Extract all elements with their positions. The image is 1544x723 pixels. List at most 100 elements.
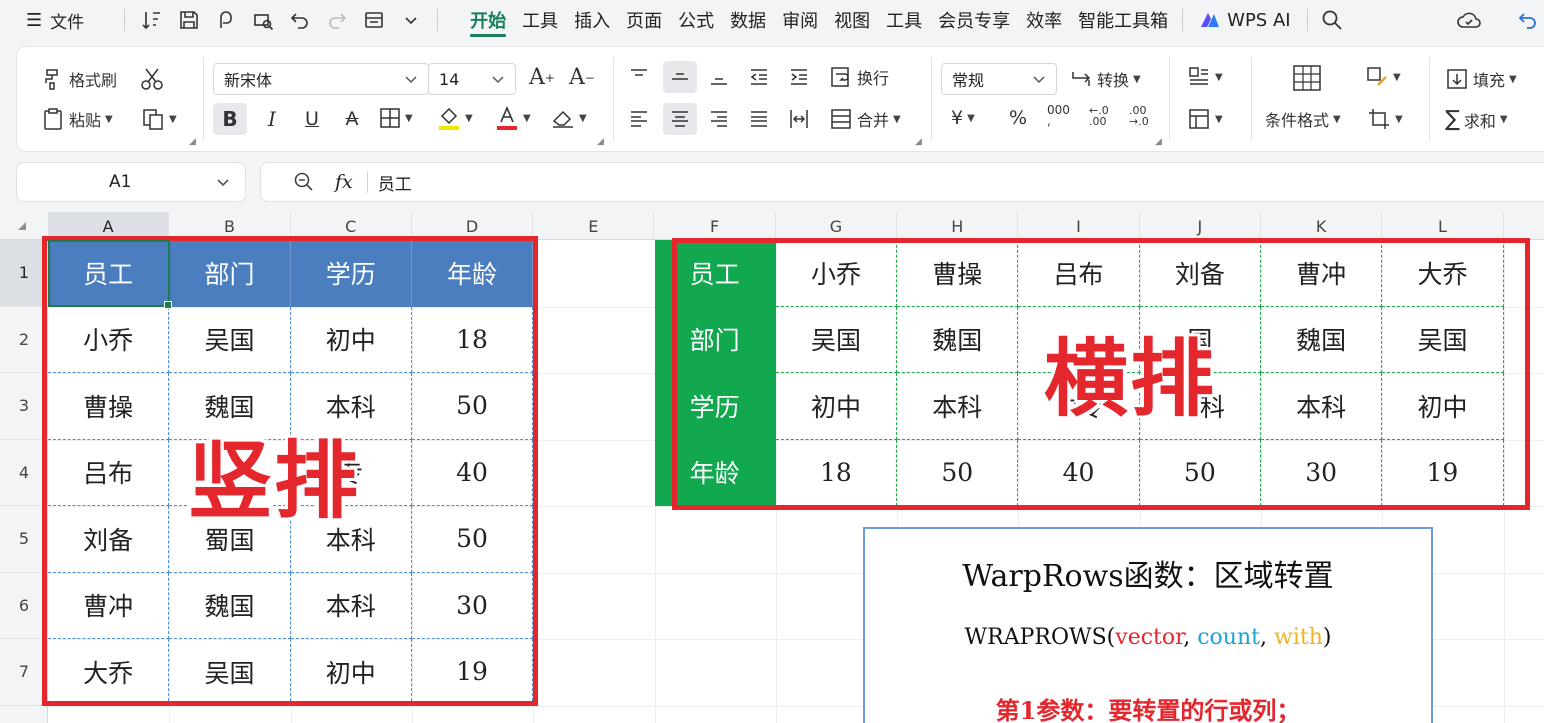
copy-button[interactable]: ▼ <box>141 107 177 131</box>
print-preview-icon[interactable] <box>244 5 281 35</box>
autosum-button[interactable]: ∑ 求和 ▼ <box>1445 107 1508 132</box>
merge-button[interactable]: 合并 ▼ <box>829 107 901 131</box>
italic-button[interactable]: I <box>257 103 287 135</box>
dialog-launcher-icon[interactable]: ◢ <box>1155 137 1162 147</box>
formula-input[interactable]: 员工 <box>378 170 412 195</box>
align-left-icon[interactable] <box>627 107 651 131</box>
row-header-5[interactable]: 5 <box>0 506 48 573</box>
column-header-f[interactable]: F <box>655 212 776 240</box>
row-header-4[interactable]: 4 <box>0 440 48 506</box>
tab-membership[interactable]: 会员专享 <box>930 0 1018 40</box>
dialog-launcher-icon[interactable]: ◢ <box>915 137 922 147</box>
distribute-icon[interactable] <box>787 107 811 131</box>
clear-button[interactable]: ▼ <box>551 107 587 129</box>
undo-blue-icon[interactable] <box>1516 0 1540 40</box>
align-center-icon[interactable] <box>663 103 697 135</box>
insert-function-icon[interactable]: fx <box>335 171 353 193</box>
row-header-1[interactable]: 1 <box>0 240 48 307</box>
convert-button[interactable]: 转换 ▼ <box>1069 67 1141 91</box>
format-brush-button[interactable]: ▼ <box>1365 65 1401 89</box>
cell-style-button[interactable]: ▼ <box>1187 107 1223 131</box>
decrease-indent-icon[interactable] <box>747 65 771 89</box>
thousands-separator-icon[interactable]: 000, <box>1047 104 1070 127</box>
bold-button[interactable]: B <box>213 103 247 135</box>
dialog-launcher-icon[interactable]: ◢ <box>189 137 196 147</box>
align-top-icon[interactable] <box>627 65 651 89</box>
format-painter-button[interactable]: 格式刷 <box>41 67 117 91</box>
font-color-button[interactable]: ▼ <box>495 105 531 131</box>
chevron-down-icon: ▼ <box>405 112 413 124</box>
separator <box>931 57 932 141</box>
save-icon[interactable] <box>170 5 207 35</box>
column-header-l[interactable]: L <box>1382 212 1504 240</box>
info-text-box[interactable]: WarpRows函数：区域转置 WRAPROWS(vector, count, … <box>863 527 1433 723</box>
tab-formulas[interactable]: 公式 <box>670 0 722 40</box>
tab-efficiency[interactable]: 效率 <box>1018 0 1070 40</box>
column-header-h[interactable]: H <box>897 212 1019 240</box>
tab-home[interactable]: 开始 <box>462 0 514 40</box>
tab-smart-toolbox[interactable]: 智能工具箱 <box>1070 0 1176 40</box>
wps-ai-button[interactable]: WPS AI <box>1189 10 1300 31</box>
redo-icon[interactable] <box>318 5 355 35</box>
align-right-icon[interactable] <box>707 107 731 131</box>
conditional-format-label: 条件格式 <box>1265 111 1330 130</box>
tab-page[interactable]: 页面 <box>618 0 670 40</box>
tab-tools[interactable]: 工具 <box>514 0 566 40</box>
column-header-k[interactable]: K <box>1261 212 1383 240</box>
cloud-sync-icon[interactable] <box>1456 0 1482 40</box>
increase-decimal-icon[interactable]: ←.0.00 <box>1089 105 1109 127</box>
select-all-icon[interactable] <box>18 222 26 230</box>
increase-font-icon[interactable]: A + <box>529 65 555 90</box>
more-chevron-icon[interactable] <box>392 5 429 35</box>
chevron-down-icon[interactable] <box>215 174 231 190</box>
conditional-format-button[interactable]: 条件格式 ▼ <box>1265 107 1341 131</box>
row-header-2[interactable]: 2 <box>0 307 48 373</box>
column-header-j[interactable]: J <box>1140 212 1261 240</box>
currency-icon[interactable]: ¥ ▼ <box>951 107 975 129</box>
syntax-comma: , <box>1259 625 1274 650</box>
wrap-text-button[interactable]: 换行 <box>829 65 889 89</box>
justify-icon[interactable] <box>747 107 771 131</box>
font-size-select[interactable]: 14 <box>428 63 516 95</box>
convert-icon <box>1072 72 1091 86</box>
borders-button[interactable]: ▼ <box>379 107 413 129</box>
fill-button[interactable]: 填充 ▼ <box>1445 67 1517 91</box>
number-format-select[interactable]: 常规 <box>941 63 1057 95</box>
cut-button[interactable] <box>139 67 165 91</box>
decrease-font-icon[interactable]: A − <box>569 65 595 90</box>
sort-icon[interactable] <box>133 5 170 35</box>
paste-button[interactable]: 粘贴 ▼ <box>41 107 113 131</box>
zoom-formula-icon[interactable] <box>293 171 315 193</box>
column-header-g[interactable]: G <box>776 212 898 240</box>
layout-icon[interactable] <box>355 5 392 35</box>
font-name-select[interactable]: 新宋体 <box>213 63 429 95</box>
tab-review[interactable]: 审阅 <box>774 0 826 40</box>
name-box[interactable]: A1 <box>16 162 246 202</box>
increase-indent-icon[interactable] <box>787 65 811 89</box>
decrease-decimal-icon[interactable]: .00 →.0 <box>1129 105 1149 127</box>
column-header-i[interactable]: I <box>1018 212 1140 240</box>
tab-data[interactable]: 数据 <box>722 0 774 40</box>
dialog-launcher-icon[interactable]: ◢ <box>597 137 604 147</box>
align-middle-icon[interactable] <box>663 61 697 93</box>
crop-button[interactable]: ▼ <box>1367 107 1403 131</box>
strikethrough-button[interactable]: A <box>337 103 367 135</box>
row-header-7[interactable]: 7 <box>0 639 48 706</box>
table-style-button[interactable]: ▼ <box>1187 65 1223 89</box>
file-menu[interactable]: ☰ 文件 <box>0 8 84 33</box>
tab-view[interactable]: 视图 <box>826 0 878 40</box>
tab-tools-2[interactable]: 工具 <box>878 0 930 40</box>
underline-button[interactable]: U <box>297 103 327 135</box>
percent-icon[interactable]: % <box>1009 107 1027 129</box>
tab-insert[interactable]: 插入 <box>566 0 618 40</box>
row-header-6[interactable]: 6 <box>0 573 48 639</box>
export-icon[interactable] <box>207 5 244 35</box>
search-icon[interactable] <box>1314 9 1350 31</box>
fill-color-button[interactable]: ▼ <box>437 105 473 131</box>
chevron-down-icon: ▼ <box>1333 113 1341 125</box>
row-header-3[interactable]: 3 <box>0 373 48 440</box>
syntax-arg-count: count <box>1197 625 1260 650</box>
column-header-e[interactable]: E <box>533 212 655 240</box>
align-bottom-icon[interactable] <box>707 65 731 89</box>
undo-icon[interactable] <box>281 5 318 35</box>
